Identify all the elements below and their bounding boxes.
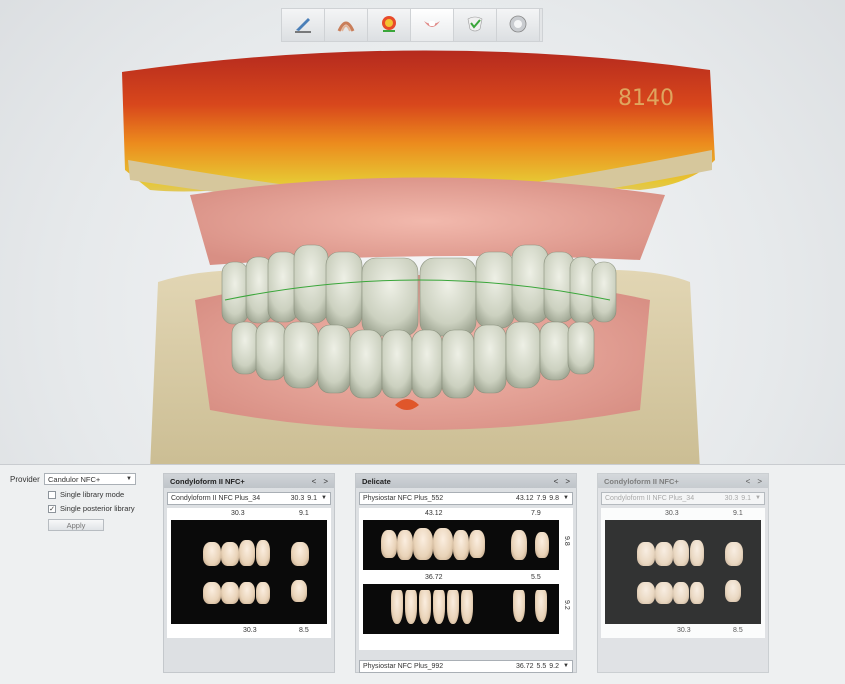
scalpel-trim-icon (292, 13, 314, 37)
prev-library-button[interactable]: < (312, 477, 317, 486)
next-library-button[interactable]: > (565, 477, 570, 486)
dental-model-scene[interactable]: 8140 (0, 0, 845, 470)
upper-watermark: 8140 (618, 86, 674, 111)
anterior-upper-mould-image (363, 520, 559, 570)
chevron-down-icon: ▼ (563, 663, 569, 669)
library-model-select[interactable]: Condyloform II NFC Plus_34 30.3 9.1 ▼ (167, 492, 331, 505)
provider-label: Provider (10, 474, 40, 484)
tooth-library-panel: Provider Candulor NFC+ ▼ Single library … (0, 464, 845, 684)
library-card-3: Condyloform II NFC+ < > Condyloform II N… (597, 473, 769, 673)
library-card-1: Condyloform II NFC+ < > Condyloform II N… (163, 473, 335, 673)
tooth-mould-image (171, 520, 327, 624)
chevron-down-icon: ▼ (755, 495, 761, 501)
single-library-mode-label: Single library mode (60, 490, 125, 499)
tooth-preview: 30.3 9.1 30.3 8.5 (167, 508, 331, 638)
tool-color-map[interactable] (368, 9, 411, 41)
chevron-down-icon: ▼ (126, 476, 132, 482)
next-library-button[interactable]: > (757, 477, 762, 486)
chevron-down-icon: ▼ (321, 495, 327, 501)
tooth-preview: 30.3 9.1 30.3 8.5 (601, 508, 765, 638)
library-title: Delicate (362, 476, 391, 486)
gingiva-icon (464, 13, 486, 37)
tool-trim[interactable] (282, 9, 325, 41)
prev-library-button[interactable]: < (746, 477, 751, 486)
chevron-down-icon: ▼ (563, 495, 569, 501)
provider-value: Candulor NFC+ (48, 474, 101, 484)
single-posterior-library-checkbox[interactable]: ✓ (48, 504, 56, 513)
tool-gingiva[interactable] (454, 9, 497, 41)
workflow-toolbar (281, 8, 543, 42)
library-model-select-lower[interactable]: Physiostar NFC Plus_992 36.72 5.5 9.2 ▼ (359, 660, 573, 673)
provider-settings: Provider Candulor NFC+ ▼ Single library … (10, 473, 155, 531)
next-library-button[interactable]: > (323, 477, 328, 486)
anterior-lower-mould-image (363, 584, 559, 634)
apply-button[interactable]: Apply (48, 519, 104, 531)
tooth-mould-image (605, 520, 761, 624)
tool-teeth-setup[interactable] (411, 9, 454, 41)
color-map-icon (378, 13, 400, 37)
library-model-select[interactable]: Physiostar NFC Plus_552 43.12 7.9 9.8 ▼ (359, 492, 573, 505)
finish-icon (507, 13, 529, 37)
single-library-mode-checkbox[interactable] (48, 490, 56, 499)
tool-anatomy[interactable] (325, 9, 368, 41)
upper-gingiva (190, 177, 665, 265)
library-title: Condyloform II NFC+ (604, 476, 679, 486)
anatomy-arch-icon (335, 13, 357, 37)
library-model-select: Condyloform II NFC Plus_34 30.3 9.1 ▼ (601, 492, 765, 505)
tool-finish[interactable] (497, 9, 540, 41)
library-card-2: Delicate < > Physiostar NFC Plus_552 43.… (355, 473, 577, 673)
prev-library-button[interactable]: < (554, 477, 559, 486)
tooth-preview: 43.12 7.9 9.8 36.72 5.5 9.2 (359, 508, 573, 650)
library-title: Condyloform II NFC+ (170, 476, 245, 486)
teeth-setup-icon (421, 13, 443, 37)
single-posterior-library-label: Single posterior library (60, 504, 135, 513)
provider-select[interactable]: Candulor NFC+ ▼ (44, 473, 136, 485)
